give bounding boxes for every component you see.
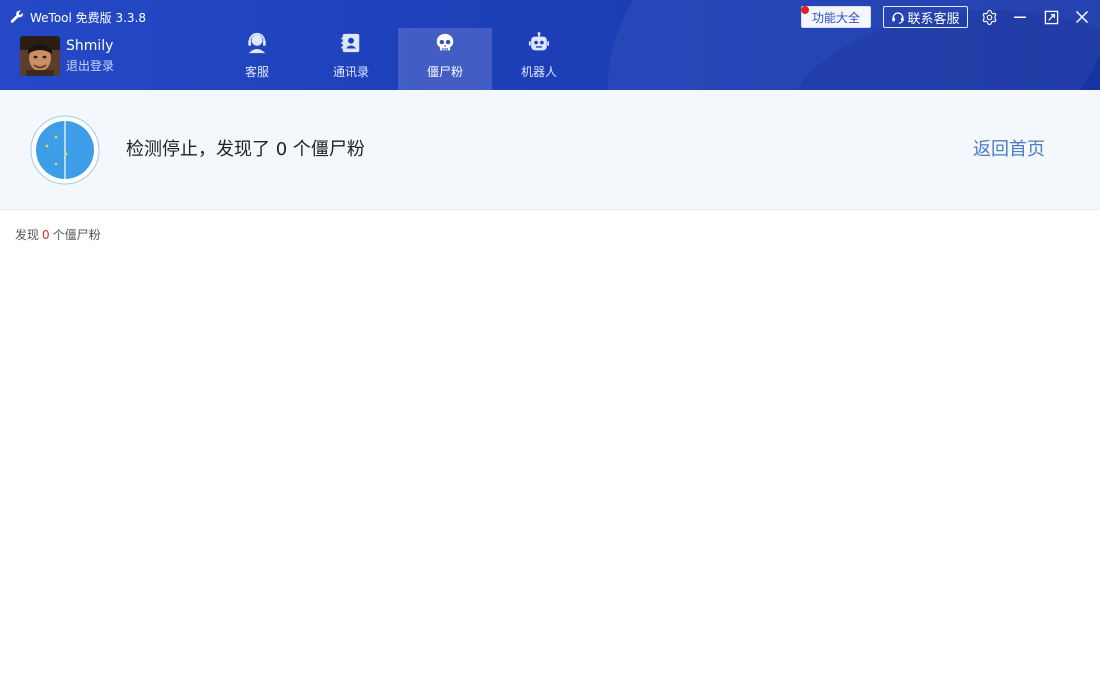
avatar-image [20,36,60,76]
avatar[interactable] [20,36,60,76]
contacts-icon [341,33,360,53]
customer-service-icon [248,32,266,54]
notification-badge [801,6,809,14]
tab-zombie-fans[interactable]: 僵尸粉 [398,28,492,90]
features-button[interactable]: 功能大全 [801,6,871,28]
minimize-icon [1014,16,1026,18]
app-title-text: WeTool 免费版 3.3.8 [30,10,147,25]
result-summary: 发现 0 个僵尸粉 [15,226,101,244]
result-prefix: 发现 [15,228,40,242]
radar-icon [30,115,100,185]
main-tabs: 客服 通讯录 僵尸粉 机器人 [210,28,586,90]
tab-label: 僵尸粉 [426,65,463,79]
user-name: Shmily [66,38,114,54]
minimize-button[interactable] [1010,7,1030,27]
result-count: 0 [42,228,50,242]
settings-button[interactable] [979,7,999,27]
result-suffix: 个僵尸粉 [52,228,101,242]
maximize-button[interactable] [1041,7,1061,27]
tab-contacts[interactable]: 通讯录 [304,28,398,90]
close-icon [1075,10,1089,24]
maximize-icon [1044,10,1058,24]
robot-icon [528,32,550,51]
close-button[interactable] [1072,7,1092,27]
tab-label: 客服 [244,65,269,79]
tab-robot[interactable]: 机器人 [492,28,586,90]
detection-status-panel: 检测停止，发现了 0 个僵尸粉 返回首页 [0,90,1100,210]
tab-label: 机器人 [520,65,557,79]
status-message: 检测停止，发现了 0 个僵尸粉 [126,139,365,160]
contact-support-button[interactable]: 联系客服 [883,6,968,28]
tab-label: 通讯录 [332,65,369,79]
contact-support-label: 联系客服 [907,11,960,27]
headset-icon [892,12,905,24]
wrench-icon [10,10,23,23]
skull-icon [436,33,454,51]
settings-icon [982,9,996,25]
logout-link[interactable]: 退出登录 [66,57,114,75]
title-bar: WeTool 免费版 3.3.8 Shmily 退出登录 客服 通讯录 僵尸粉 … [0,0,1100,90]
user-profile: Shmily 退出登录 [20,36,114,76]
tab-customer-service[interactable]: 客服 [210,28,304,90]
back-home-link[interactable]: 返回首页 [973,138,1045,162]
app-title: WeTool 免费版 3.3.8 [10,8,146,26]
